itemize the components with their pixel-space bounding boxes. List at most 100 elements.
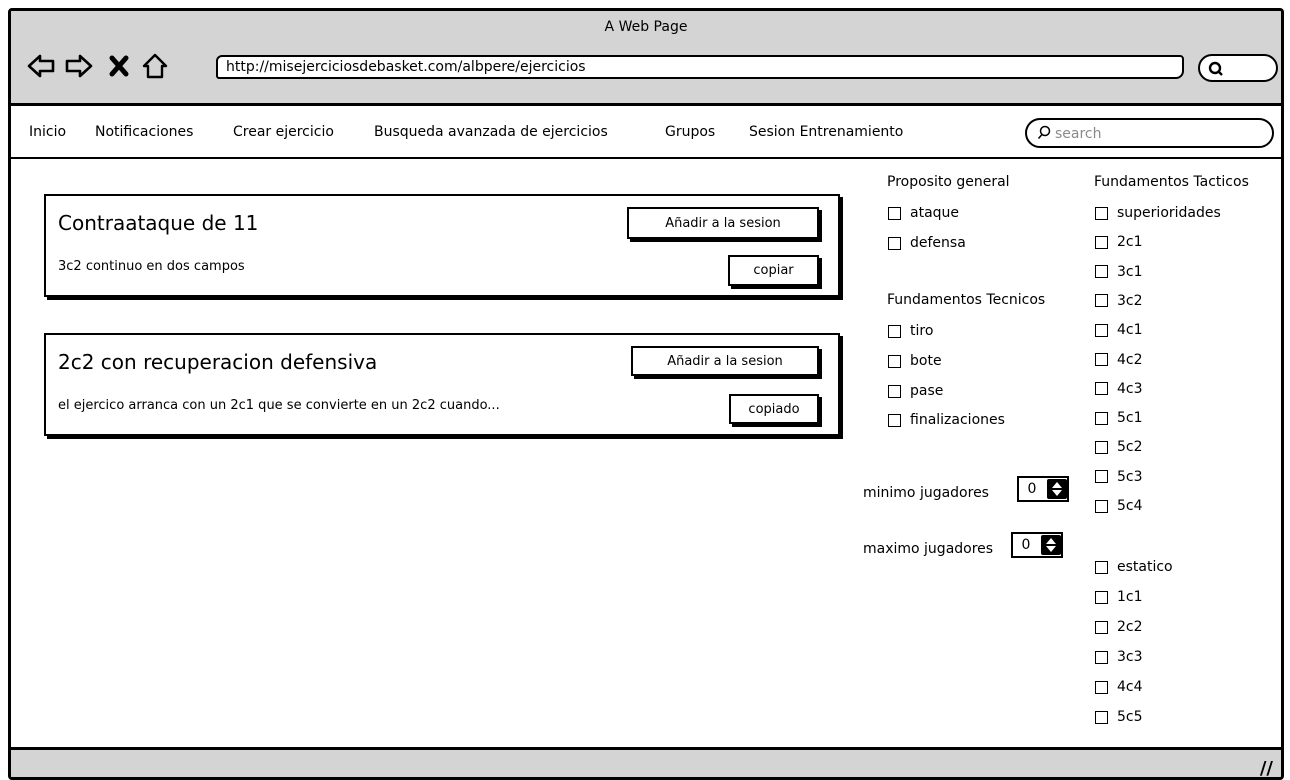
checkbox-3c1[interactable]: 3c1 bbox=[1095, 264, 1143, 280]
search-input[interactable] bbox=[1055, 124, 1265, 144]
checkbox[interactable] bbox=[888, 413, 901, 427]
browser-chrome: A Web Page http://misejerciciosdebasket.… bbox=[11, 11, 1281, 106]
checkbox-label: 4c3 bbox=[1117, 380, 1143, 397]
checkbox-label: 5c5 bbox=[1117, 709, 1143, 725]
checkbox[interactable] bbox=[1095, 235, 1108, 249]
stepper-arrows-icon[interactable] bbox=[1047, 479, 1067, 499]
min-players-stepper[interactable]: 0 bbox=[1017, 476, 1069, 502]
copied-button[interactable]: copiado bbox=[729, 394, 819, 424]
checkbox-5c3[interactable]: 5c3 bbox=[1095, 469, 1143, 485]
tacticos-heading: Fundamentos Tacticos bbox=[1094, 174, 1249, 190]
checkbox-defensa[interactable]: defensa bbox=[888, 235, 966, 251]
home-icon[interactable] bbox=[139, 51, 171, 81]
search-box[interactable] bbox=[1025, 118, 1274, 148]
search-icon bbox=[1037, 125, 1051, 139]
checkbox[interactable] bbox=[888, 206, 901, 220]
menu-bar: Inicio Notificaciones Crear ejercicio Bu… bbox=[11, 109, 1281, 159]
checkbox[interactable] bbox=[1095, 590, 1108, 604]
menu-item-busqueda-avanzada[interactable]: Busqueda avanzada de ejercicios bbox=[374, 124, 608, 140]
checkbox-5c5[interactable]: 5c5 bbox=[1095, 709, 1143, 725]
checkbox-label: defensa bbox=[910, 235, 966, 251]
back-arrow-icon[interactable] bbox=[25, 51, 57, 81]
exercise-description: 3c2 continuo en dos campos bbox=[58, 259, 245, 274]
resize-grip-icon[interactable]: // bbox=[1260, 758, 1273, 777]
checkbox-label: 3c1 bbox=[1117, 263, 1143, 280]
checkbox-ataque[interactable]: ataque bbox=[888, 205, 959, 221]
checkbox[interactable] bbox=[888, 384, 901, 398]
close-icon[interactable] bbox=[103, 51, 135, 81]
checkbox[interactable] bbox=[888, 354, 901, 368]
exercise-title[interactable]: 2c2 con recuperacion defensiva bbox=[58, 350, 377, 374]
checkbox[interactable] bbox=[1095, 650, 1108, 664]
checkbox-label: 2c1 bbox=[1117, 234, 1143, 251]
url-bar[interactable]: http://misejerciciosdebasket.com/albpere… bbox=[216, 55, 1184, 79]
checkbox[interactable] bbox=[1095, 265, 1108, 279]
window-title: A Web Page bbox=[604, 19, 688, 35]
menu-item-inicio[interactable]: Inicio bbox=[29, 124, 66, 140]
checkbox-3c2[interactable]: 3c2 bbox=[1095, 293, 1143, 309]
checkbox-5c2[interactable]: 5c2 bbox=[1095, 439, 1143, 455]
checkbox-tiro[interactable]: tiro bbox=[888, 323, 933, 339]
checkbox-4c1[interactable]: 4c1 bbox=[1095, 322, 1143, 338]
exercise-card: Contraataque de 11 3c2 continuo en dos c… bbox=[44, 194, 840, 297]
checkbox-1c1[interactable]: 1c1 bbox=[1095, 589, 1143, 605]
menu-item-crear-ejercicio[interactable]: Crear ejercicio bbox=[233, 124, 334, 140]
add-to-session-button[interactable]: Añadir a la sesion bbox=[631, 346, 819, 376]
stepper-value: 0 bbox=[1021, 537, 1031, 553]
stepper-value: 0 bbox=[1027, 481, 1037, 497]
checkbox[interactable] bbox=[1095, 440, 1108, 454]
checkbox-label: 5c2 bbox=[1117, 439, 1143, 456]
copy-button[interactable]: copiar bbox=[728, 255, 819, 286]
tecnicos-heading: Fundamentos Tecnicos bbox=[887, 292, 1046, 308]
checkbox-label: 4c4 bbox=[1117, 679, 1143, 695]
checkbox[interactable] bbox=[1095, 294, 1108, 308]
checkbox[interactable] bbox=[1095, 560, 1108, 574]
checkbox-2c2[interactable]: 2c2 bbox=[1095, 619, 1143, 635]
checkbox[interactable] bbox=[1095, 353, 1108, 366]
checkbox[interactable] bbox=[1095, 411, 1108, 425]
menu-item-notificaciones[interactable]: Notificaciones bbox=[95, 124, 193, 140]
checkbox-finalizaciones[interactable]: finalizaciones bbox=[888, 412, 1005, 428]
add-to-session-button[interactable]: Añadir a la sesion bbox=[627, 207, 819, 239]
checkbox-label: finalizaciones bbox=[910, 412, 1005, 428]
max-players-stepper[interactable]: 0 bbox=[1011, 532, 1063, 558]
forward-arrow-icon[interactable] bbox=[63, 51, 95, 81]
checkbox[interactable] bbox=[1095, 710, 1108, 724]
checkbox[interactable] bbox=[888, 324, 901, 338]
checkbox-3c3[interactable]: 3c3 bbox=[1095, 649, 1143, 665]
checkbox-label: tiro bbox=[910, 323, 934, 339]
checkbox-label: bote bbox=[910, 353, 942, 369]
exercise-title[interactable]: Contraataque de 11 bbox=[58, 211, 258, 235]
checkbox-estatico[interactable]: estatico bbox=[1095, 559, 1173, 575]
checkbox[interactable] bbox=[1095, 620, 1108, 634]
checkbox[interactable] bbox=[1095, 470, 1108, 484]
checkbox[interactable] bbox=[1095, 323, 1108, 337]
checkbox-label: 5c3 bbox=[1117, 468, 1143, 485]
checkbox-2c1[interactable]: 2c1 bbox=[1095, 234, 1143, 250]
checkbox[interactable] bbox=[1095, 499, 1108, 513]
proposito-heading: Proposito general bbox=[887, 174, 1010, 190]
checkbox-label: estatico bbox=[1117, 559, 1173, 575]
checkbox-4c3[interactable]: 4c3 bbox=[1095, 381, 1143, 397]
exercise-card: 2c2 con recuperacion defensiva el ejerci… bbox=[44, 333, 840, 436]
checkbox-label: 4c1 bbox=[1117, 322, 1143, 339]
checkbox-bote[interactable]: bote bbox=[888, 353, 942, 369]
browser-search-field[interactable] bbox=[1198, 54, 1278, 82]
menu-item-sesion-entrenamiento[interactable]: Sesion Entrenamiento bbox=[749, 124, 903, 140]
checkbox[interactable] bbox=[1095, 680, 1108, 694]
checkbox-label: 3c2 bbox=[1117, 292, 1143, 309]
checkbox-superioridades[interactable]: superioridades bbox=[1095, 205, 1221, 221]
checkbox[interactable] bbox=[888, 236, 901, 250]
checkbox-4c4[interactable]: 4c4 bbox=[1095, 679, 1143, 695]
checkbox-5c4[interactable]: 5c4 bbox=[1095, 498, 1143, 514]
min-players-label: minimo jugadores bbox=[863, 485, 989, 501]
menu-item-grupos[interactable]: Grupos bbox=[665, 124, 715, 140]
checkbox-pase[interactable]: pase bbox=[888, 383, 943, 399]
checkbox-4c2[interactable]: 4c2 bbox=[1095, 352, 1143, 368]
stepper-arrows-icon[interactable] bbox=[1041, 535, 1061, 555]
checkbox[interactable] bbox=[1095, 206, 1108, 220]
checkbox-label: pase bbox=[910, 383, 944, 399]
checkbox[interactable] bbox=[1095, 382, 1108, 396]
checkbox-label: 4c2 bbox=[1117, 351, 1143, 368]
checkbox-5c1[interactable]: 5c1 bbox=[1095, 410, 1143, 426]
